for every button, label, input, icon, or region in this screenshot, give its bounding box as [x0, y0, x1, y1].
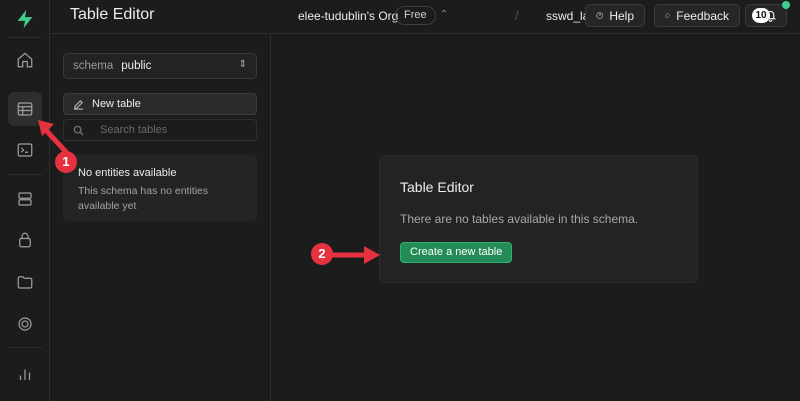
auth-icon: [19, 232, 31, 248]
rail-item-database[interactable]: [8, 182, 42, 216]
database-icon: [18, 192, 32, 206]
bell-icon: [764, 10, 777, 22]
top-header: Table Editor elee-tudublin's Org Free ⌃ …: [50, 0, 800, 34]
empty-state: No entities available This schema has no…: [63, 155, 257, 221]
table-sidebar: schema public ⇕ New table No entities av…: [50, 34, 271, 401]
empty-table-card: Table Editor There are no tables availab…: [379, 155, 698, 283]
feedback-label: Feedback: [676, 8, 729, 23]
help-button[interactable]: Help: [585, 4, 645, 27]
nav-rail: [0, 0, 50, 401]
notification-dot: [782, 1, 790, 9]
plan-badge: Free: [395, 6, 436, 25]
edit-icon: [73, 99, 84, 110]
feedback-icon: [665, 13, 670, 18]
schema-value: public: [121, 60, 152, 72]
reports-icon: [19, 369, 31, 380]
rail-divider: [8, 174, 42, 175]
help-icon: [596, 12, 603, 19]
new-table-label: New table: [92, 98, 141, 110]
rail-item-reports[interactable]: [8, 357, 42, 391]
schema-label: schema: [73, 60, 114, 72]
chevron-updown-icon[interactable]: ⌃: [440, 9, 448, 20]
empty-description: This schema has no entities available ye…: [78, 185, 209, 212]
card-title: Table Editor: [400, 179, 474, 195]
card-message: There are no tables available in this sc…: [400, 212, 639, 226]
annotation-badge-1: 1: [55, 151, 77, 173]
rail-item-home[interactable]: [8, 43, 42, 77]
create-table-button[interactable]: Create a new table: [400, 242, 513, 263]
breadcrumb-separator: /: [515, 8, 519, 23]
storage-icon: [17, 276, 33, 289]
org-switcher[interactable]: elee-tudublin's Org: [298, 9, 398, 23]
rail-item-realtime[interactable]: [8, 307, 42, 341]
annotation-arrow-2: [330, 246, 380, 264]
help-label: Help: [609, 8, 634, 23]
rail-divider: [8, 37, 42, 38]
home-icon: [17, 52, 33, 68]
rail-item-storage[interactable]: [8, 265, 42, 299]
search-tables[interactable]: [63, 119, 257, 141]
new-table-button[interactable]: New table: [63, 93, 257, 115]
schema-select[interactable]: schema public ⇕: [63, 53, 257, 79]
chevron-updown-icon: ⇕: [238, 59, 247, 70]
search-input[interactable]: [100, 124, 250, 136]
supabase-logo-icon[interactable]: [14, 8, 36, 30]
page-title: Table Editor: [70, 6, 155, 23]
empty-title: No entities available: [78, 167, 177, 179]
notifications-button[interactable]: 10: [745, 1, 790, 27]
realtime-icon: [18, 317, 32, 331]
rail-item-auth[interactable]: [8, 223, 42, 257]
rail-divider: [8, 347, 42, 348]
feedback-button[interactable]: Feedback: [654, 4, 740, 27]
